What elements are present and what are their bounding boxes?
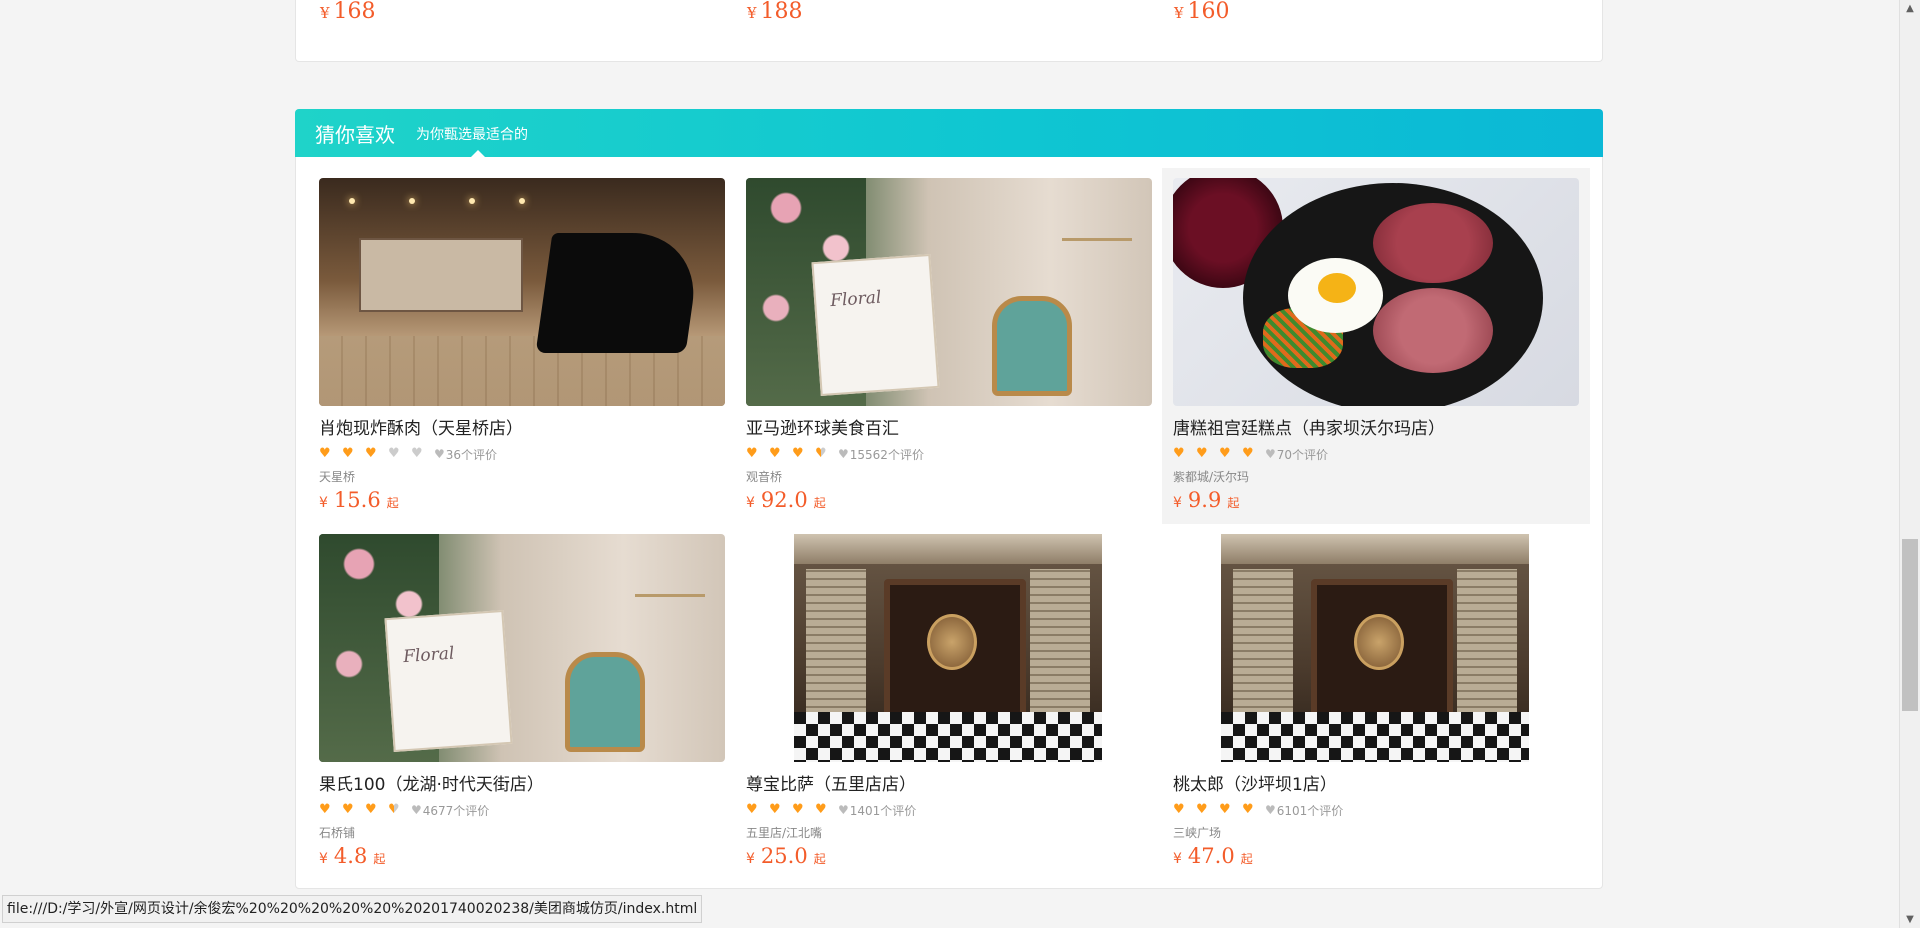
area-label: 紫都城/沃尔玛 bbox=[1173, 470, 1250, 484]
hallway-photo[interactable] bbox=[746, 534, 1152, 762]
restaurant-card[interactable]: 唐糕祖宫廷糕点（冉家坝沃尔玛店） ♥ ♥ ♥ ♥ ♥ 70个评价 紫都城/沃尔玛… bbox=[1162, 168, 1590, 524]
top-price-1: ¥168 bbox=[320, 0, 376, 24]
section-subtitle: 为你甄选最适合的 bbox=[416, 127, 528, 143]
restaurant-name[interactable]: 果氏100（龙湖·时代天街店） bbox=[319, 774, 725, 796]
top-price-2: ¥188 bbox=[747, 0, 803, 24]
star-icon: ♥ bbox=[746, 802, 758, 817]
star-icon: ♥ bbox=[792, 446, 804, 461]
restaurant-card[interactable]: Floral 亚马逊环球美食百汇 ♥ ♥ ♥ ♥ ♥ 15562个评价 观音桥 … bbox=[735, 168, 1163, 524]
star-icon: ♥ bbox=[388, 446, 400, 461]
top-deals-section: ¥168 ¥188 ¥160 bbox=[295, 0, 1603, 62]
bibimbap-photo[interactable] bbox=[1173, 178, 1579, 406]
star-half-icon: ♥ bbox=[815, 446, 827, 461]
restaurant-name[interactable]: 亚马逊环球美食百汇 bbox=[746, 418, 1152, 440]
section-title: 猜你喜欢 bbox=[315, 123, 395, 147]
rating-row: ♥ ♥ ♥ ♥ ♥ 1401个评价 bbox=[746, 802, 1152, 818]
scroll-down-icon[interactable]: ▼ bbox=[1900, 911, 1920, 928]
restaurant-name[interactable]: 尊宝比萨（五里店店） bbox=[746, 774, 1152, 796]
star-icon: ♥ bbox=[411, 446, 423, 461]
vertical-scrollbar[interactable]: ▲ ▼ bbox=[1899, 0, 1920, 928]
page-viewport: ¥168 ¥188 ¥160 猜你喜欢 为你甄选最适合的 肖炮现炸酥肉（天星桥店… bbox=[0, 0, 1900, 928]
rating-row: ♥ ♥ ♥ ♥ ♥ ♥ 36个评价 bbox=[319, 446, 725, 462]
review-count: 36个评价 bbox=[445, 447, 498, 462]
star-icon: ♥ bbox=[1242, 446, 1254, 461]
restaurant-card[interactable]: 尊宝比萨（五里店店） ♥ ♥ ♥ ♥ ♥ 1401个评价 五里店/江北嘴 ¥25… bbox=[735, 524, 1163, 880]
restaurant-name[interactable]: 肖炮现炸酥肉（天星桥店） bbox=[319, 418, 725, 440]
heart-icon: ♥ bbox=[1265, 803, 1276, 817]
area-label: 五里店/江北嘴 bbox=[746, 826, 823, 840]
star-icon: ♥ bbox=[365, 802, 377, 817]
rating-row: ♥ ♥ ♥ ♥ ♥ 70个评价 bbox=[1173, 446, 1579, 462]
heart-icon: ♥ bbox=[1265, 447, 1276, 461]
star-icon: ♥ bbox=[342, 802, 354, 817]
star-icon: ♥ bbox=[792, 802, 804, 817]
restaurant-name[interactable]: 唐糕祖宫廷糕点（冉家坝沃尔玛店） bbox=[1173, 418, 1579, 440]
price: ¥25.0 起 bbox=[746, 844, 826, 868]
star-icon: ♥ bbox=[746, 446, 758, 461]
heart-icon: ♥ bbox=[838, 803, 849, 817]
review-count: 6101个评价 bbox=[1276, 803, 1344, 818]
status-bar-url: file:///D:/学习/外宣/网页设计/余俊宏%20%20%20%20%20… bbox=[2, 895, 703, 923]
star-icon: ♥ bbox=[815, 802, 827, 817]
restaurant-card[interactable]: Floral 果氏100（龙湖·时代天街店） ♥ ♥ ♥ ♥ ♥ 4677个评价… bbox=[308, 524, 736, 880]
star-icon: ♥ bbox=[365, 446, 377, 461]
price: ¥9.9 起 bbox=[1173, 488, 1240, 512]
price: ¥92.0 起 bbox=[746, 488, 826, 512]
heart-icon: ♥ bbox=[434, 447, 445, 461]
header-notch bbox=[471, 150, 485, 157]
price: ¥47.0 起 bbox=[1173, 844, 1253, 868]
star-icon: ♥ bbox=[1242, 802, 1254, 817]
section-header: 猜你喜欢 为你甄选最适合的 bbox=[295, 109, 1603, 157]
floral-sign-photo[interactable]: Floral bbox=[746, 178, 1152, 406]
star-icon: ♥ bbox=[1173, 802, 1185, 817]
star-half-icon: ♥ bbox=[388, 802, 400, 817]
rating-row: ♥ ♥ ♥ ♥ ♥ 6101个评价 bbox=[1173, 802, 1579, 818]
heart-icon: ♥ bbox=[838, 447, 849, 461]
scroll-up-icon[interactable]: ▲ bbox=[1900, 0, 1920, 17]
review-count: 4677个评价 bbox=[422, 803, 490, 818]
review-count: 1401个评价 bbox=[849, 803, 917, 818]
price: ¥4.8 起 bbox=[319, 844, 386, 868]
area-label: 石桥铺 bbox=[319, 826, 356, 840]
piano-lounge-photo[interactable] bbox=[319, 178, 725, 406]
price: ¥15.6 起 bbox=[319, 488, 399, 512]
top-price-3: ¥160 bbox=[1174, 0, 1230, 24]
star-icon: ♥ bbox=[319, 446, 331, 461]
rating-row: ♥ ♥ ♥ ♥ ♥ 15562个评价 bbox=[746, 446, 1152, 462]
hallway-photo[interactable] bbox=[1173, 534, 1579, 762]
star-icon: ♥ bbox=[342, 446, 354, 461]
star-icon: ♥ bbox=[1196, 446, 1208, 461]
review-count: 15562个评价 bbox=[849, 447, 924, 462]
star-icon: ♥ bbox=[1219, 446, 1231, 461]
restaurant-card[interactable]: 桃太郎（沙坪坝1店） ♥ ♥ ♥ ♥ ♥ 6101个评价 三峡广场 ¥47.0 起 bbox=[1162, 524, 1590, 880]
star-icon: ♥ bbox=[1196, 802, 1208, 817]
floral-sign-photo[interactable]: Floral bbox=[319, 534, 725, 762]
area-label: 天星桥 bbox=[319, 470, 356, 484]
scroll-thumb[interactable] bbox=[1902, 539, 1918, 711]
heart-icon: ♥ bbox=[411, 803, 422, 817]
area-label: 三峡广场 bbox=[1173, 826, 1222, 840]
star-icon: ♥ bbox=[769, 802, 781, 817]
star-icon: ♥ bbox=[1173, 446, 1185, 461]
guess-you-like-section: 猜你喜欢 为你甄选最适合的 肖炮现炸酥肉（天星桥店） ♥ ♥ ♥ ♥ ♥ ♥ 3… bbox=[295, 109, 1603, 889]
star-icon: ♥ bbox=[1219, 802, 1231, 817]
area-label: 观音桥 bbox=[746, 470, 783, 484]
star-icon: ♥ bbox=[769, 446, 781, 461]
restaurant-card[interactable]: 肖炮现炸酥肉（天星桥店） ♥ ♥ ♥ ♥ ♥ ♥ 36个评价 天星桥 ¥15.6… bbox=[308, 168, 736, 524]
restaurant-name[interactable]: 桃太郎（沙坪坝1店） bbox=[1173, 774, 1579, 796]
review-count: 70个评价 bbox=[1276, 447, 1329, 462]
rating-row: ♥ ♥ ♥ ♥ ♥ 4677个评价 bbox=[319, 802, 725, 818]
star-icon: ♥ bbox=[319, 802, 331, 817]
